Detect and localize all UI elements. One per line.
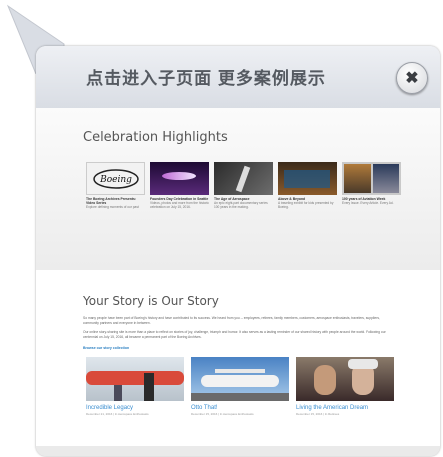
story-card[interactable]: Incredible Legacy December 21, 2016 | In… bbox=[86, 357, 184, 416]
story-card-title: Otto That! bbox=[191, 405, 218, 411]
highlight-desc: Videos, photos and more from the histori… bbox=[150, 201, 209, 209]
story-paragraph-2: Our online story-sharing site is more th… bbox=[83, 330, 386, 339]
story-paragraph-1: So many people have been part of Boeing'… bbox=[83, 316, 380, 325]
highlight-item[interactable]: 100 years of Aviation Week Every Issue. … bbox=[342, 162, 401, 205]
highlight-desc: Every Issue. Every Article. Every Ad. bbox=[342, 201, 394, 205]
highlight-item[interactable]: Founders Day Celebration in Seattle Vide… bbox=[150, 162, 209, 209]
story-card-title: Incredible Legacy bbox=[86, 405, 134, 411]
story-image bbox=[191, 357, 289, 401]
highlight-thumb bbox=[150, 162, 209, 195]
highlight-desc: A traveling exhibit for kids presented b… bbox=[278, 201, 334, 209]
highlight-title: The Boeing Archives Presents: Video Seri… bbox=[86, 197, 136, 205]
highlight-thumb bbox=[342, 162, 401, 195]
page-preview: Celebration Highlights Boeing The Boeing… bbox=[36, 108, 440, 446]
close-icon: ✖ bbox=[405, 70, 419, 87]
highlight-desc: An epic eight-part documentary series 10… bbox=[214, 201, 268, 209]
story-title: Your Story is Our Story bbox=[83, 294, 219, 308]
highlights-title: Celebration Highlights bbox=[83, 130, 228, 145]
banner: 点击进入子页面 更多案例展示 ✖ bbox=[36, 46, 440, 109]
svg-text:Boeing: Boeing bbox=[99, 175, 132, 185]
story-card-meta: December 15, 2016 | In Aerospace Enthusi… bbox=[191, 412, 254, 416]
highlight-desc: Explore defining moments of our past bbox=[86, 205, 139, 209]
highlight-thumb bbox=[214, 162, 273, 195]
browse-stories-link[interactable]: Browse our story collection bbox=[83, 346, 129, 350]
story-card[interactable]: Otto That! December 15, 2016 | In Aerosp… bbox=[191, 357, 289, 416]
story-card[interactable]: Living the American Dream December 15, 2… bbox=[296, 357, 394, 416]
highlight-thumb: Boeing bbox=[86, 162, 145, 195]
highlight-item[interactable]: The Age of Aerospace An epic eight-part … bbox=[214, 162, 273, 209]
close-button[interactable]: ✖ bbox=[396, 62, 428, 94]
story-card-meta: December 15, 2016 | In Retirees bbox=[296, 412, 340, 416]
bottom-fade bbox=[36, 446, 440, 456]
highlights-list: Boeing The Boeing Archives Presents: Vid… bbox=[86, 162, 401, 242]
highlight-item[interactable]: Above & Beyond A traveling exhibit for k… bbox=[278, 162, 337, 209]
popup-card: 点击进入子页面 更多案例展示 ✖ Celebration Highlights … bbox=[36, 46, 440, 456]
story-card-meta: December 21, 2016 | In Aerospace Enthusi… bbox=[86, 412, 149, 416]
story-image bbox=[296, 357, 394, 401]
highlight-item[interactable]: Boeing The Boeing Archives Presents: Vid… bbox=[86, 162, 145, 209]
popup-frame: 点击进入子页面 更多案例展示 ✖ Celebration Highlights … bbox=[6, 4, 440, 456]
story-card-title: Living the American Dream bbox=[296, 405, 369, 411]
story-image bbox=[86, 357, 184, 401]
story-section: Your Story is Our Story So many people h… bbox=[36, 270, 440, 446]
highlight-thumb bbox=[278, 162, 337, 195]
banner-text: 点击进入子页面 更多案例展示 bbox=[86, 69, 326, 88]
highlights-section: Celebration Highlights Boeing The Boeing… bbox=[36, 108, 440, 270]
